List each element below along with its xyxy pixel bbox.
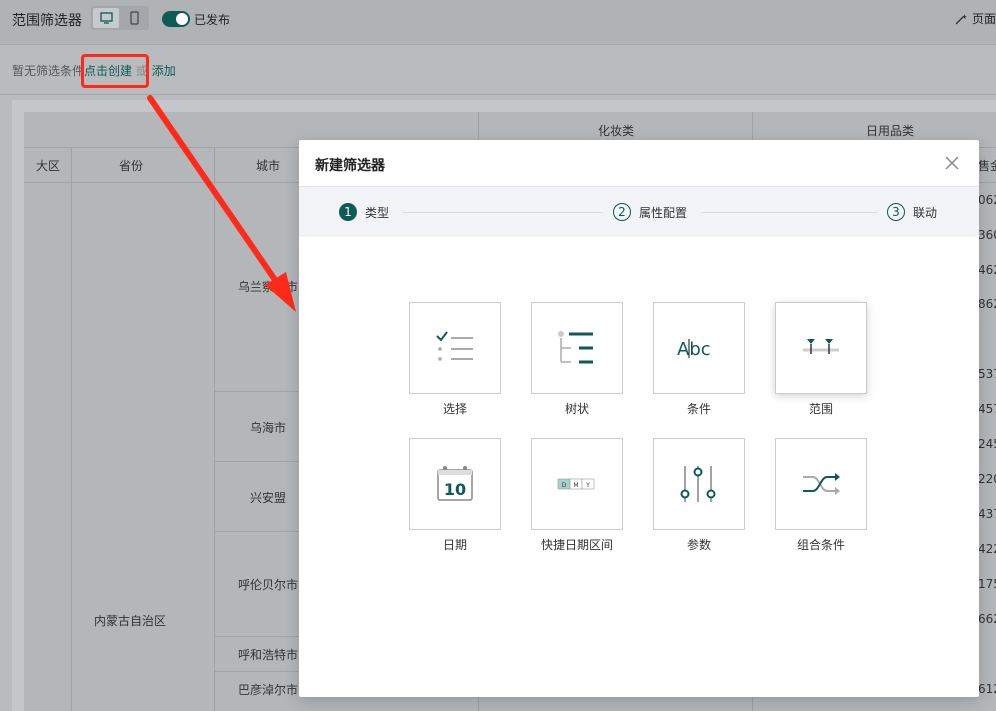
city-cell: 乌海市 xyxy=(250,421,287,435)
type-label: 条件 xyxy=(686,402,711,416)
phone-icon xyxy=(130,11,139,25)
step-connector xyxy=(701,212,877,213)
publish-status-label: 已发布 xyxy=(194,13,231,27)
quick-date-year: Y xyxy=(585,482,590,489)
table-value-cell: 245 xyxy=(978,437,996,451)
table-value-cell: 175 xyxy=(978,577,996,591)
city-cell: 巴彦淖尔市 xyxy=(238,683,299,697)
type-label: 范围 xyxy=(808,402,833,416)
city-cell: 兴安盟 xyxy=(250,491,287,505)
table-value-cell: 457 xyxy=(978,402,996,416)
table-value-cell: 462 xyxy=(978,263,996,277)
col-header-sales: 售金 xyxy=(978,159,996,173)
type-label: 树状 xyxy=(564,402,589,416)
table-value-cell: 220 xyxy=(978,472,996,486)
type-range[interactable]: 范围 xyxy=(775,302,867,417)
type-condition[interactable]: Abc 条件 xyxy=(653,302,745,417)
select-list-icon xyxy=(436,331,473,361)
monitor-icon xyxy=(100,12,113,24)
empty-hint-text: 暂无筛选条件 xyxy=(12,64,85,78)
calendar-icon-text: 10 xyxy=(444,480,466,499)
group-header-daily: 日用品类 xyxy=(866,124,915,138)
quick-date-day: D xyxy=(562,482,567,489)
col-header-city: 城市 xyxy=(256,159,281,173)
publish-toggle[interactable] xyxy=(162,11,190,27)
quick-date-month: M xyxy=(573,482,578,489)
city-cell: 乌兰察布市 xyxy=(238,280,299,294)
type-label: 选择 xyxy=(442,402,467,416)
step-attributes: 2 属性配置 xyxy=(613,203,687,223)
type-label: 日期 xyxy=(442,538,467,552)
type-label: 快捷日期区间 xyxy=(540,538,613,552)
step-number: 3 xyxy=(887,203,905,221)
wand-icon xyxy=(955,14,968,25)
table-value-cell: 062 xyxy=(978,193,996,207)
page-settings-link[interactable]: 页面 xyxy=(954,10,996,27)
new-filter-dialog: 新建筛选器 1 类型 2 属性配置 3 联动 选择 树状 Abc 条件 范围 1… xyxy=(299,140,979,697)
step-label: 属性配置 xyxy=(639,205,688,220)
filter-type-grid: 选择 树状 Abc 条件 范围 10 日期 D M Y 快捷日期区间 参数 组合… xyxy=(299,237,979,697)
col-header-region: 大区 xyxy=(36,159,61,173)
col-header-province: 省份 xyxy=(119,159,144,173)
table-value-cell: 662 xyxy=(978,612,996,626)
filter-bar: 暂无筛选条件点击创建 或 添加 xyxy=(0,44,996,95)
page-link-label: 页面 xyxy=(971,12,996,26)
top-toolbar: 范围筛选器 已发布 页面 xyxy=(0,0,996,45)
table-value-cell: 862 xyxy=(978,297,996,311)
table-value-cell: 422 xyxy=(978,542,996,556)
table-value-cell: 537 xyxy=(978,367,996,381)
dialog-header: 新建筛选器 xyxy=(299,140,979,187)
type-select[interactable]: 选择 xyxy=(409,302,501,417)
table-value-cell: 612 xyxy=(978,682,996,696)
type-label: 组合条件 xyxy=(796,538,845,552)
step-label: 联动 xyxy=(913,205,938,220)
mobile-view-button[interactable] xyxy=(121,8,147,28)
step-connector xyxy=(403,212,603,213)
region-cell: 内蒙古自治区 xyxy=(94,614,167,628)
annotation-highlight-box xyxy=(81,54,149,88)
city-cell: 呼和浩特市 xyxy=(238,648,299,662)
table-value-cell: 437 xyxy=(978,507,996,521)
condition-icon-text: Abc xyxy=(677,339,711,360)
step-linkage: 3 联动 xyxy=(887,203,937,223)
page-title: 范围筛选器 xyxy=(12,13,82,29)
type-quick-date-range[interactable]: D M Y 快捷日期区间 xyxy=(531,438,623,553)
quick-date-icon: D M Y xyxy=(557,478,595,490)
calendar-icon: 10 xyxy=(437,466,473,501)
type-tree[interactable]: 树状 xyxy=(531,302,623,417)
type-date[interactable]: 10 日期 xyxy=(409,438,501,553)
device-toggle[interactable] xyxy=(91,6,149,30)
add-filter-link[interactable]: 添加 xyxy=(152,64,176,78)
wizard-steps: 1 类型 2 属性配置 3 联动 xyxy=(299,187,979,237)
group-header-cosmetics: 化妆类 xyxy=(598,124,635,138)
range-slider-icon xyxy=(803,339,839,354)
step-label: 类型 xyxy=(365,205,390,220)
close-icon[interactable] xyxy=(943,154,961,172)
table-value-cell: 360 xyxy=(978,228,996,242)
city-cell: 呼伦贝尔市 xyxy=(238,578,299,592)
combine-arrows-icon xyxy=(803,473,840,495)
type-combined-condition[interactable]: 组合条件 xyxy=(775,438,867,553)
step-type: 1 类型 xyxy=(339,203,389,223)
dialog-title: 新建筛选器 xyxy=(315,158,385,174)
step-number: 2 xyxy=(613,203,631,221)
type-parameter[interactable]: 参数 xyxy=(653,438,745,553)
text-condition-icon: Abc xyxy=(677,339,711,360)
parameter-sliders-icon xyxy=(680,466,716,502)
type-label: 参数 xyxy=(686,538,711,552)
desktop-view-button[interactable] xyxy=(93,8,119,28)
step-number: 1 xyxy=(339,203,357,221)
tree-icon xyxy=(558,331,593,364)
